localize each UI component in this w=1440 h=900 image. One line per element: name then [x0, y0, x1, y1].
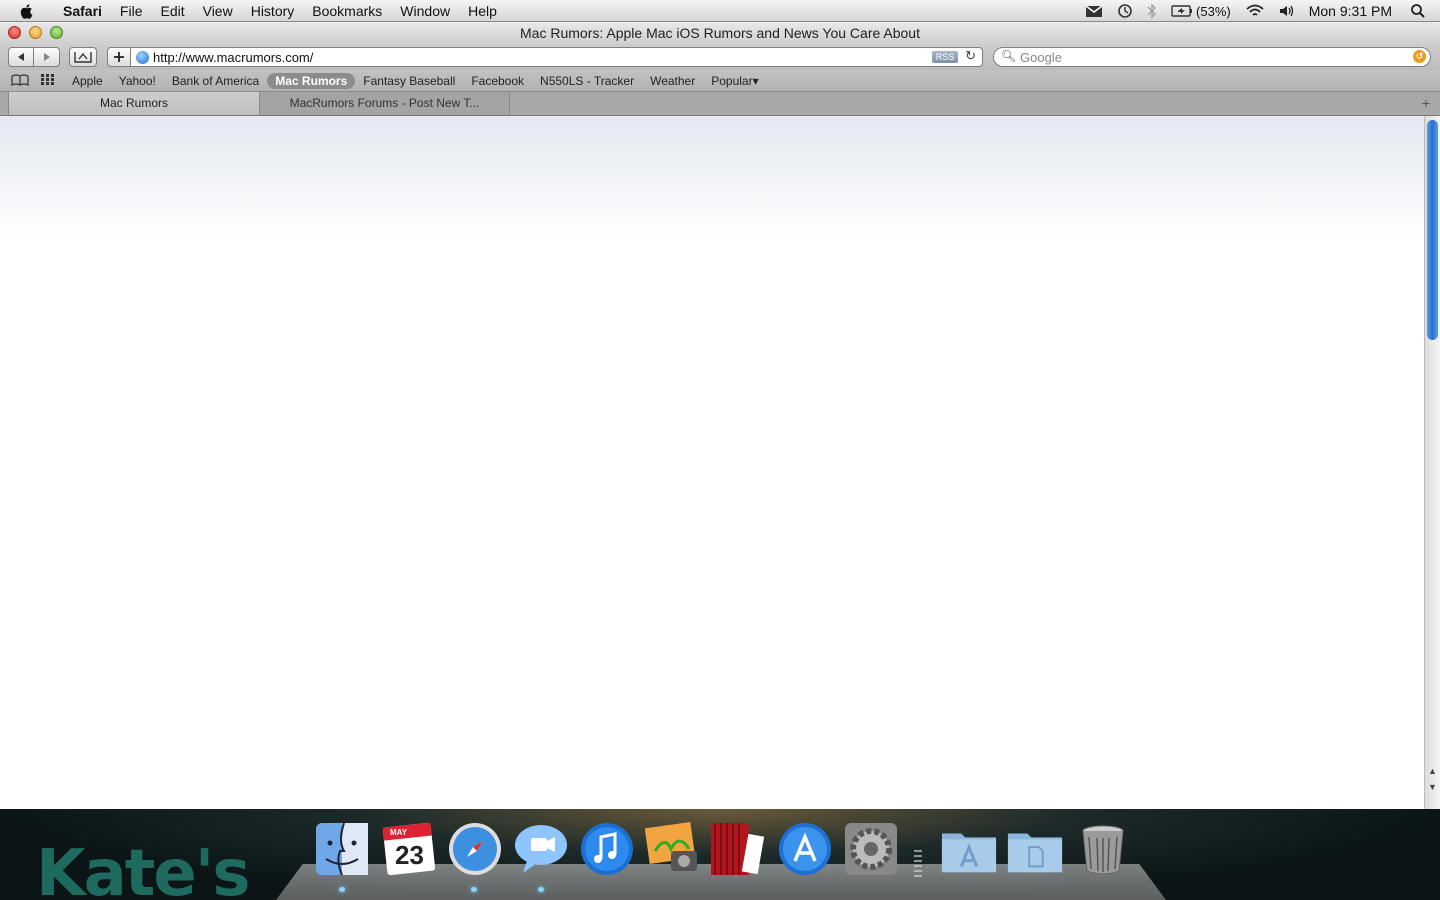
web-content-area[interactable] — [0, 116, 1424, 809]
app-store-icon[interactable] — [776, 820, 834, 878]
dock-separator — [914, 850, 922, 880]
menu-window[interactable]: Window — [391, 2, 459, 20]
search-icon: 🔍︎ — [1001, 49, 1017, 63]
bookmark-bank-of-america[interactable]: Bank of America — [164, 73, 267, 89]
menu-clock[interactable]: Mon 9:31 PM — [1309, 3, 1392, 19]
address-bar-url[interactable]: http://www.macrumors.com/ — [153, 50, 313, 65]
volume-icon[interactable] — [1279, 4, 1295, 18]
finder-running-indicator — [339, 887, 345, 892]
ichat-icon[interactable] — [512, 820, 570, 878]
search-field[interactable]: 🔍︎ Google ↺ — [993, 47, 1431, 67]
apple-menu-icon[interactable] — [18, 2, 36, 20]
time-machine-icon[interactable] — [1117, 3, 1133, 19]
menu-help[interactable]: Help — [459, 2, 506, 20]
applications-folder-icon[interactable] — [940, 820, 998, 878]
safari-icon[interactable] — [446, 820, 504, 878]
rss-button[interactable]: RSS — [932, 51, 958, 63]
window-title-bar: Mac Rumors: Apple Mac iOS Rumors and New… — [0, 22, 1440, 44]
gmail-notifier-icon[interactable] — [1085, 4, 1103, 18]
menu-history[interactable]: History — [242, 2, 304, 20]
snapback-icon[interactable]: ↺ — [1413, 50, 1426, 63]
scrollbar-thumb[interactable] — [1427, 120, 1438, 340]
itunes-icon[interactable] — [578, 820, 636, 878]
spotlight-icon[interactable] — [1410, 3, 1426, 19]
system-preferences-icon[interactable] — [842, 820, 900, 878]
bookmark-n550ls-tracker[interactable]: N550LS - Tracker — [532, 73, 642, 89]
tab-bar: Mac Rumors MacRumors Forums - Post New T… — [0, 92, 1440, 116]
safari-running-indicator — [471, 887, 477, 892]
wallpaper-text: Kate's — [36, 837, 250, 900]
trash-icon[interactable] — [1074, 820, 1132, 878]
iphoto-icon[interactable] — [644, 820, 702, 878]
bookmark-weather[interactable]: Weather — [642, 73, 703, 89]
bookmark-fantasy-baseball[interactable]: Fantasy Baseball — [355, 73, 463, 89]
calendar-day: 23 — [395, 840, 424, 870]
top-sites-icon — [74, 52, 92, 63]
window-title: Mac Rumors: Apple Mac iOS Rumors and New… — [520, 25, 920, 41]
bookmark-popular-menu[interactable]: Popular▾ — [703, 73, 766, 89]
plus-icon — [114, 52, 124, 62]
tab-mac-rumors[interactable]: Mac Rumors — [8, 92, 260, 115]
menu-app-name[interactable]: Safari — [54, 2, 111, 20]
menu-bookmarks[interactable]: Bookmarks — [303, 2, 391, 20]
back-arrow-icon — [18, 53, 24, 61]
menu-bar: Safari File Edit View History Bookmarks … — [0, 0, 1440, 22]
scroll-up-arrow-icon[interactable]: ▲ — [1428, 766, 1437, 776]
wifi-icon[interactable] — [1245, 4, 1265, 18]
calendar-month: MAY — [390, 828, 408, 837]
bookmark-facebook[interactable]: Facebook — [463, 73, 532, 89]
top-sites-button[interactable] — [69, 47, 97, 67]
bookmarks-bar: Apple Yahoo! Bank of America Mac Rumors … — [0, 70, 1440, 92]
bookmark-mac-rumors[interactable]: Mac Rumors — [267, 73, 356, 89]
scroll-down-arrow-icon[interactable]: ▼ — [1428, 782, 1437, 792]
battery-percent: (53%) — [1196, 3, 1231, 19]
vertical-scrollbar[interactable]: ▲ ▼ — [1424, 116, 1440, 809]
documents-folder-icon[interactable] — [1006, 820, 1064, 878]
globe-icon — [136, 51, 149, 64]
bluetooth-icon[interactable] — [1147, 3, 1157, 19]
bookmark-apple[interactable]: Apple — [64, 73, 111, 89]
forward-arrow-icon — [43, 53, 50, 61]
grid-view-icon[interactable] — [41, 74, 55, 89]
menu-view[interactable]: View — [194, 2, 242, 20]
browser-toolbar: http://www.macrumors.com/ RSS ↻ 🔍︎ Googl… — [0, 44, 1440, 70]
tab-macrumors-forums[interactable]: MacRumors Forums - Post New T... — [260, 92, 510, 115]
ical-icon[interactable]: MAY 23 — [380, 820, 438, 878]
battery-status[interactable]: (53%) — [1171, 4, 1231, 19]
forward-button[interactable] — [33, 47, 60, 67]
search-placeholder: Google — [1020, 50, 1062, 65]
menu-file[interactable]: File — [111, 2, 152, 20]
address-bar[interactable]: http://www.macrumors.com/ RSS ↻ — [130, 47, 983, 67]
new-tab-icon[interactable]: + — [1422, 95, 1430, 111]
bookmark-yahoo[interactable]: Yahoo! — [111, 73, 164, 89]
battery-icon — [1171, 5, 1193, 17]
finder-icon[interactable] — [313, 820, 371, 878]
ichat-running-indicator — [538, 887, 544, 892]
photo-booth-icon[interactable] — [708, 820, 766, 878]
reload-icon[interactable]: ↻ — [965, 48, 976, 64]
back-button[interactable] — [8, 47, 34, 67]
reading-list-icon[interactable] — [11, 74, 29, 89]
menu-edit[interactable]: Edit — [151, 2, 193, 20]
add-bookmark-button[interactable] — [107, 47, 131, 67]
